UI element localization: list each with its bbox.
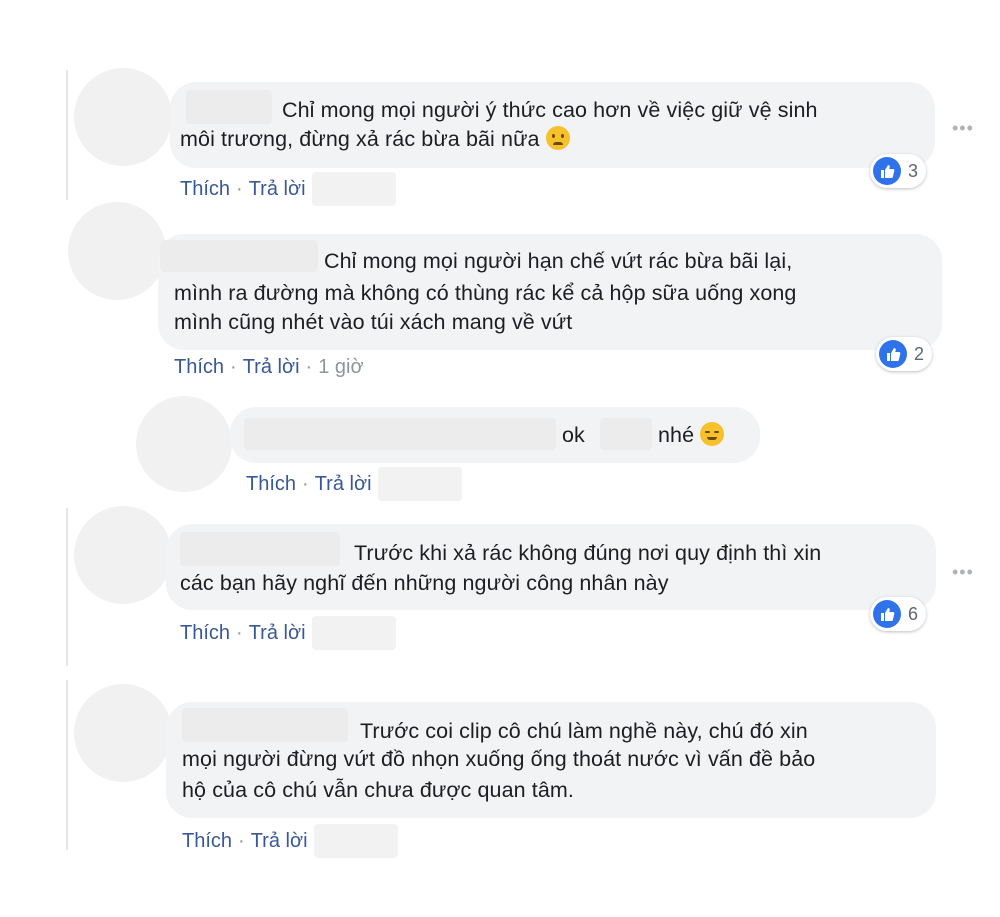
reply-link[interactable]: Trả lời xyxy=(315,473,372,496)
like-link[interactable]: Thích xyxy=(182,830,232,853)
thread-line xyxy=(66,508,68,666)
comment-actions: Thích · Trả lời · 1 giờ xyxy=(174,356,364,379)
reaction-count: 3 xyxy=(908,160,919,181)
separator: · xyxy=(238,829,245,852)
reply-link[interactable]: Trả lời xyxy=(249,622,306,645)
relieved-face-icon xyxy=(700,422,725,446)
separator: · xyxy=(236,177,243,200)
like-link[interactable]: Thích xyxy=(174,356,224,379)
author-name[interactable] xyxy=(160,240,318,272)
comment-actions: Thích · Trả lời xyxy=(182,824,398,858)
timestamp[interactable] xyxy=(311,616,396,650)
comment-text-line: Chỉ mong mọi người hạn chế vứt rác bừa b… xyxy=(324,249,793,273)
reply-link[interactable]: Trả lời xyxy=(251,830,308,853)
timestamp[interactable] xyxy=(311,172,396,206)
comment-text-line: các bạn hãy nghĩ đến những người công nh… xyxy=(180,571,669,595)
like-icon xyxy=(879,340,907,368)
comment-actions: Thích · Trả lời xyxy=(180,616,396,650)
reply-text: nhé xyxy=(658,421,725,450)
avatar[interactable] xyxy=(74,684,172,782)
reply-link[interactable]: Trả lời xyxy=(243,356,300,379)
timestamp[interactable] xyxy=(313,824,398,858)
author-name[interactable] xyxy=(180,532,340,566)
comment-text-line: mọi người đừng vứt đồ nhọn xuống ống tho… xyxy=(182,747,816,771)
comment-text-line: môi trương, đừng xả rác bừa bãi nữa xyxy=(180,125,570,154)
like-icon xyxy=(873,600,901,628)
separator: · xyxy=(236,621,243,644)
author-name[interactable] xyxy=(244,418,556,450)
thread-line xyxy=(66,70,68,200)
more-options-icon[interactable]: ••• xyxy=(952,118,974,139)
reaction-count: 2 xyxy=(914,343,925,364)
comment-text-line: hộ của cô chú vẫn chưa được quan tâm. xyxy=(182,778,575,802)
comment-text-line: Chỉ mong mọi người ý thức cao hơn về việ… xyxy=(282,98,818,122)
comment-text-line: mình ra đường mà không có thùng rác kể c… xyxy=(174,281,797,305)
separator: · xyxy=(230,356,237,378)
thread-line xyxy=(66,680,68,850)
reaction-summary[interactable]: 2 xyxy=(876,337,933,371)
comment-text-line: Trước coi clip cô chú làm nghề này, chú … xyxy=(360,719,808,743)
reply-text: ok xyxy=(562,423,585,447)
comment-text-line: mình cũng nhét vào túi xách mang về vứt xyxy=(174,310,573,334)
timestamp[interactable] xyxy=(377,467,462,501)
avatar[interactable] xyxy=(74,506,172,604)
like-link[interactable]: Thích xyxy=(180,622,230,645)
separator: · xyxy=(305,356,313,378)
reaction-count: 6 xyxy=(908,603,919,624)
more-options-icon[interactable]: ••• xyxy=(952,562,974,583)
separator: · xyxy=(302,472,309,495)
comment-actions: Thích · Trả lời xyxy=(180,172,396,206)
reaction-summary[interactable]: 3 xyxy=(870,154,927,188)
frowning-face-icon xyxy=(545,126,570,150)
reply-link[interactable]: Trả lời xyxy=(249,178,306,201)
avatar[interactable] xyxy=(136,396,232,492)
comment-actions: Thích · Trả lời xyxy=(246,467,462,501)
avatar[interactable] xyxy=(68,202,166,300)
author-name[interactable] xyxy=(186,90,272,124)
comment-text-line: Trước khi xả rác không đúng nơi quy định… xyxy=(354,541,822,565)
reaction-summary[interactable]: 6 xyxy=(870,597,927,631)
author-name[interactable] xyxy=(182,708,348,742)
like-link[interactable]: Thích xyxy=(246,473,296,496)
avatar[interactable] xyxy=(74,68,172,166)
like-link[interactable]: Thích xyxy=(180,178,230,201)
like-icon xyxy=(873,157,901,185)
timestamp[interactable]: 1 giờ xyxy=(318,356,363,379)
mentioned-name[interactable] xyxy=(600,418,652,450)
